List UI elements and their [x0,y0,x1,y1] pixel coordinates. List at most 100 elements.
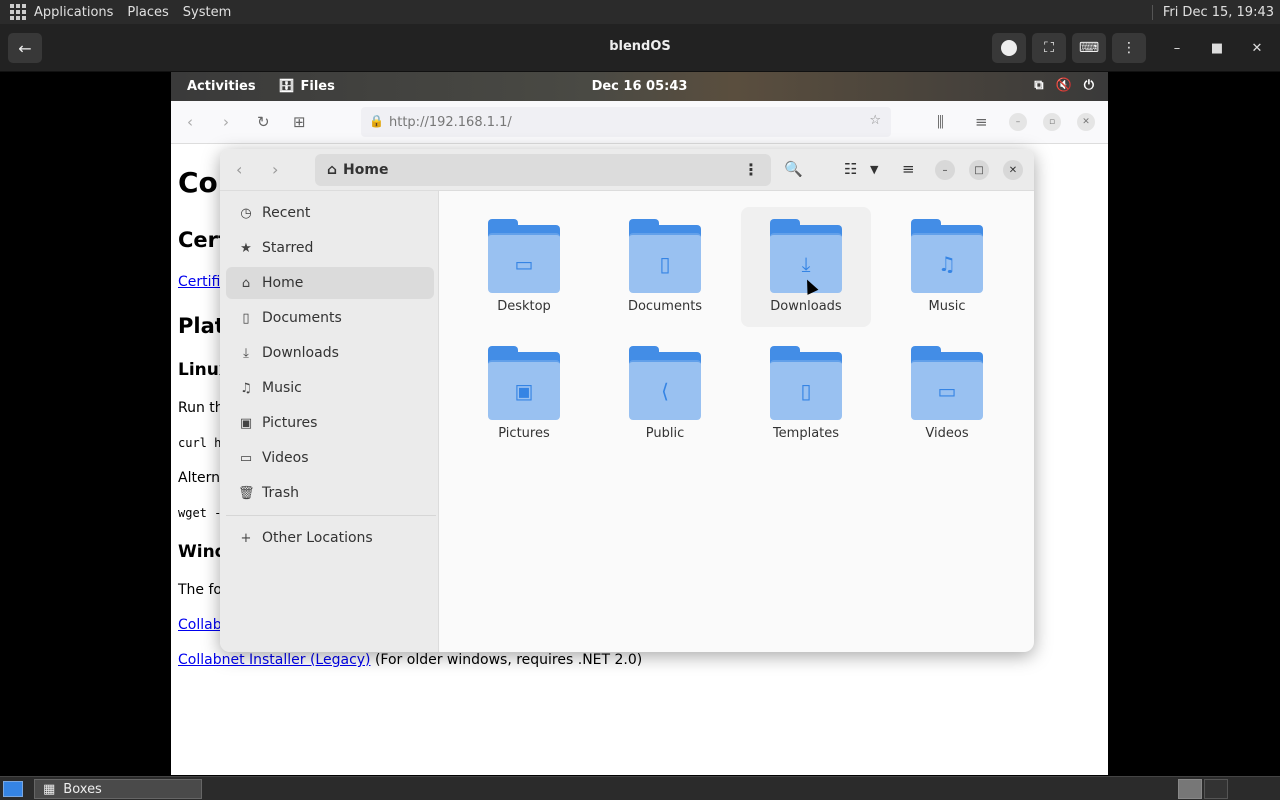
main-menu-icon[interactable]: ≡ [902,160,915,178]
sidebar-item-label: Starred [262,240,314,256]
files-back-icon[interactable]: ‹ [236,160,242,179]
documents-folder-icon: ▯ [629,219,701,293]
lock-icon: 🔒 [369,114,384,128]
browser-close-button[interactable]: ✕ [1077,113,1095,131]
files-window: ‹ › ⌂ Home ⋮ 🔍 ☷ ▼ ≡ – □ ✕ ◷ Recent ★ Star… [220,149,1034,652]
workspace-2[interactable] [1204,779,1228,799]
reload-icon[interactable]: ↻ [257,113,270,131]
files-forward-icon[interactable]: › [272,160,278,179]
host-clock[interactable]: Fri Dec 15, 19:43 [1151,4,1274,20]
sidebar-item-label: Music [262,380,302,396]
minimize-button[interactable]: – [1167,38,1187,58]
paragraph-the: The fo [178,582,222,598]
desktop-folder-icon: ▭ [488,219,560,293]
hamburger-menu-icon[interactable]: ≡ [975,113,988,131]
url-bar[interactable]: 🔒 http://192.168.1.1/ ☆ [361,107,891,137]
browser-maximize-button[interactable]: ▫ [1043,113,1061,131]
power-icon: ⏻ [1083,78,1094,93]
sidebar-item-label: Pictures [262,415,318,431]
show-desktop-button[interactable] [3,781,23,797]
collab-link[interactable]: Collab [178,617,222,633]
record-button[interactable] [992,33,1026,63]
sidebar-item-other-locations[interactable]: + Other Locations [226,522,434,554]
cert-link[interactable]: Certifi [178,274,220,290]
keyboard-button[interactable]: ⌨ [1072,33,1106,63]
menu-system[interactable]: System [183,5,231,20]
plus-icon: + [240,530,252,546]
search-icon[interactable]: 🔍 [784,160,803,178]
taskbar-item-boxes[interactable]: ▦ Boxes [34,779,202,799]
menu-applications[interactable]: Applications [34,5,113,20]
workspace-1[interactable] [1178,779,1202,799]
browser-toolbar: ‹ › ↻ ⊞ 🔒 http://192.168.1.1/ ☆ ⫼ ≡ – ▫ … [171,101,1108,144]
circle-icon [1001,40,1017,56]
folder-downloads[interactable]: ⤓ Downloads [741,207,871,327]
system-tray[interactable]: ⧉ 🔇 ⏻ [1034,78,1094,93]
sidebar-divider [226,515,436,516]
sidebar-item-downloads[interactable]: ⤓ Downloads [226,337,434,369]
maximize-icon: ■ [1210,40,1224,56]
folder-label: Public [645,426,685,441]
sidebar-item-documents[interactable]: ▯ Documents [226,302,434,334]
browser-forward-icon[interactable]: › [223,113,229,131]
path-bar[interactable]: ⌂ Home ⋮ [315,154,771,186]
library-icon[interactable]: ⫼ [937,113,944,131]
folder-label: Videos [925,426,969,441]
sidebar-item-recent[interactable]: ◷ Recent [226,197,434,229]
guest-clock[interactable]: Dec 16 05:43 [171,79,1108,94]
browser-back-icon[interactable]: ‹ [187,113,193,131]
paragraph-run: Run th [178,400,224,416]
folder-label: Music [928,299,966,314]
path-menu-icon[interactable]: ⋮ [743,160,759,179]
sidebar-item-videos[interactable]: ▭ Videos [226,442,434,474]
bookmark-star-icon[interactable]: ☆ [869,113,881,128]
folder-desktop[interactable]: ▭ Desktop [459,207,589,327]
folder-public[interactable]: ⟨ Public [600,334,730,454]
boxes-headerbar: ← blendOS ⛶ ⌨ ⋮ – ■ ✕ [0,24,1280,72]
maximize-button[interactable]: ■ [1207,38,1227,58]
files-close-button[interactable]: ✕ [1003,160,1023,180]
sidebar-item-pictures[interactable]: ▣ Pictures [226,407,434,439]
boxes-app-icon: ▦ [43,781,56,797]
sidebar-item-music[interactable]: ♫ Music [226,372,434,404]
minimize-icon: – [1173,40,1181,56]
fullscreen-icon: ⛶ [1044,40,1054,56]
menu-places[interactable]: Places [127,5,168,20]
folder-label: Pictures [498,426,550,441]
folder-videos[interactable]: ▭ Videos [882,334,1012,454]
folder-label: Documents [627,299,703,314]
sidebar-item-home[interactable]: ⌂ Home [226,267,434,299]
guest-top-bar: Activities 🗄 Files Dec 16 05:43 ⧉ 🔇 ⏻ [171,72,1108,101]
new-tab-icon[interactable]: ⊞ [293,113,306,131]
download-icon: ⤓ [243,345,249,361]
folder-music[interactable]: ♫ Music [882,207,1012,327]
folder-templates[interactable]: ▯ Templates [741,334,871,454]
host-top-panel: Applications Places System Fri Dec 15, 1… [0,0,1280,24]
section-heading-plat: Plat [178,314,225,338]
browser-minimize-button[interactable]: – [1009,113,1027,131]
list-view-icon[interactable]: ☷ [844,160,857,178]
trash-icon: 🗑 [238,485,255,501]
folder-pictures[interactable]: ▣ Pictures [459,334,589,454]
sidebar-item-starred[interactable]: ★ Starred [226,232,434,264]
star-icon: ★ [240,240,252,256]
menu-button[interactable]: ⋮ [1112,33,1146,63]
collabnet-legacy-link[interactable]: Collabnet Installer (Legacy) [178,652,371,668]
url-text: http://192.168.1.1/ [389,114,512,130]
sidebar-item-label: Other Locations [262,530,373,546]
home-icon: ⌂ [327,162,338,178]
files-maximize-button[interactable]: □ [969,160,989,180]
sidebar-item-label: Videos [262,450,309,466]
sidebar-item-trash[interactable]: 🗑 Trash [226,477,434,509]
close-button[interactable]: ✕ [1247,38,1267,58]
kebab-menu-icon: ⋮ [1122,40,1136,56]
files-headerbar: ‹ › ⌂ Home ⋮ 🔍 ☷ ▼ ≡ – □ ✕ [220,149,1034,191]
files-minimize-button[interactable]: – [935,160,955,180]
templates-folder-icon: ▯ [770,346,842,420]
applications-grid-icon[interactable] [10,4,26,20]
sidebar-item-label: Home [262,275,304,291]
fullscreen-button[interactable]: ⛶ [1032,33,1066,63]
view-options-dropdown-icon[interactable]: ▼ [870,163,878,176]
folder-documents[interactable]: ▯ Documents [600,207,730,327]
taskbar-item-label: Boxes [63,781,102,797]
